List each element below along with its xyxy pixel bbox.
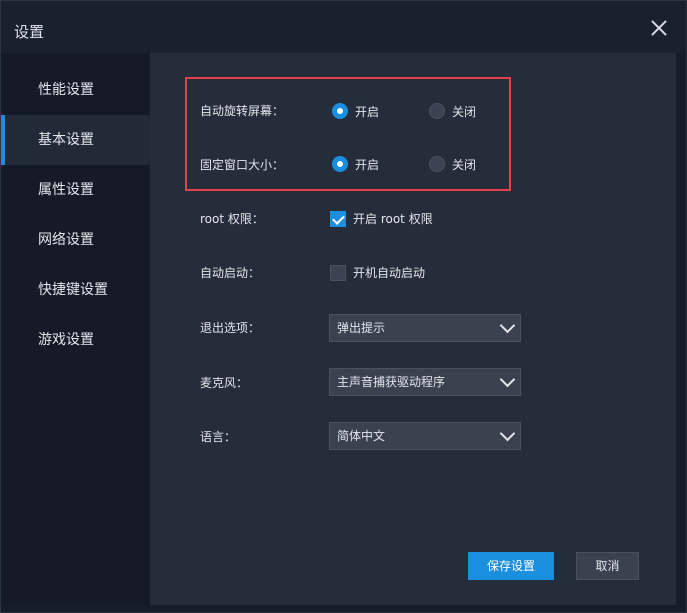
window-title: 设置 — [14, 23, 45, 41]
auto-rotate-label: 自动旋转屏幕： — [200, 104, 285, 118]
fixed-window-off-label: 关闭 — [452, 158, 477, 172]
autostart-checkbox[interactable] — [330, 265, 346, 281]
auto-rotate-off-label: 关闭 — [452, 105, 477, 119]
auto-rotate-on-radio[interactable] — [332, 103, 348, 119]
exit-option-select[interactable]: 弹出提示 — [329, 314, 521, 342]
fixed-window-on-radio[interactable] — [332, 156, 348, 172]
language-label: 语言： — [200, 430, 237, 444]
exit-option-label: 退出选项： — [200, 321, 261, 335]
microphone-label: 麦克风： — [200, 376, 249, 390]
microphone-value: 主声音捕获驱动程序 — [337, 375, 446, 389]
cancel-button[interactable]: 取消 — [576, 552, 639, 580]
language-value: 简体中文 — [337, 429, 386, 443]
language-select[interactable]: 简体中文 — [329, 422, 521, 450]
auto-rotate-off-radio[interactable] — [429, 103, 445, 119]
fixed-window-off-radio[interactable] — [429, 156, 445, 172]
root-label: root 权限： — [200, 212, 264, 226]
close-icon[interactable] — [650, 19, 668, 37]
sidebar: 性能设置 基本设置 属性设置 网络设置 快捷键设置 游戏设置 — [1, 53, 150, 605]
autostart-checkbox-label: 开机自动启动 — [353, 266, 426, 280]
sidebar-item-network[interactable]: 网络设置 — [1, 215, 150, 265]
title-bar: 设置 — [1, 1, 686, 53]
fixed-window-on-label: 开启 — [355, 158, 380, 172]
autostart-label: 自动启动： — [200, 266, 261, 280]
save-button[interactable]: 保存设置 — [468, 552, 554, 580]
root-checkbox[interactable] — [330, 211, 346, 227]
sidebar-item-shortcuts[interactable]: 快捷键设置 — [1, 265, 150, 315]
sidebar-item-properties[interactable]: 属性设置 — [1, 165, 150, 215]
chevron-down-icon — [501, 376, 512, 387]
sidebar-item-performance[interactable]: 性能设置 — [1, 65, 150, 115]
exit-option-value: 弹出提示 — [337, 321, 386, 335]
chevron-down-icon — [501, 430, 512, 441]
root-checkbox-label: 开启 root 权限 — [353, 212, 433, 226]
sidebar-item-basic[interactable]: 基本设置 — [1, 115, 150, 165]
sidebar-item-games[interactable]: 游戏设置 — [1, 315, 150, 365]
highlight-annotation-box — [185, 77, 511, 191]
microphone-select[interactable]: 主声音捕获驱动程序 — [329, 368, 521, 396]
fixed-window-label: 固定窗口大小： — [200, 158, 285, 172]
auto-rotate-on-label: 开启 — [355, 105, 380, 119]
settings-window: 设置 性能设置 基本设置 属性设置 网络设置 快捷键设置 游戏设置 自动旋转屏幕… — [0, 0, 687, 613]
chevron-down-icon — [501, 322, 512, 333]
